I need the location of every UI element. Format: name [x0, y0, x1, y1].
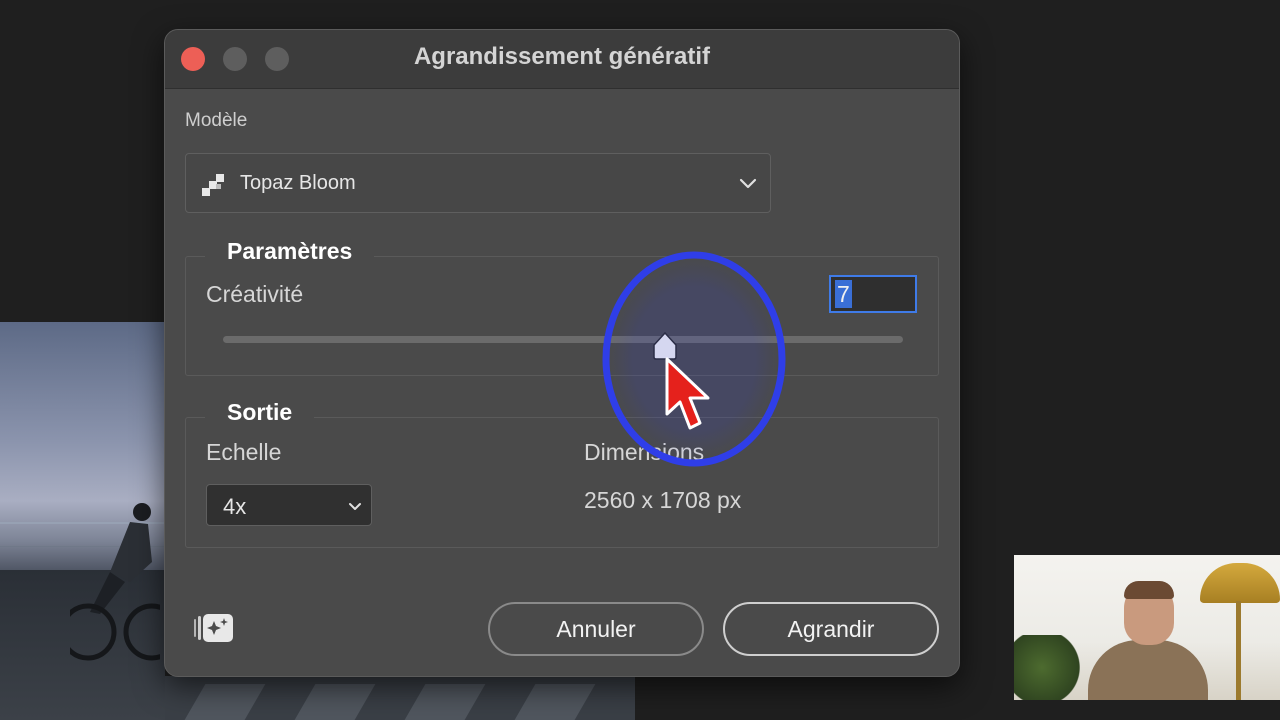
model-dropdown[interactable]: Topaz Bloom [185, 153, 771, 213]
parameters-group [185, 256, 939, 376]
scale-dropdown[interactable]: 4x [206, 484, 372, 526]
webcam-overlay [1014, 555, 1280, 700]
creativity-label: Créativité [206, 281, 304, 307]
road-stripe [294, 684, 376, 720]
webcam-plant [1014, 635, 1084, 700]
dialog-title: Agrandissement génératif [413, 43, 711, 70]
road-stripe [404, 684, 486, 720]
sparkle-icon[interactable] [193, 610, 235, 646]
creativity-value-input[interactable]: 7 [829, 275, 917, 313]
cyclist-silhouette [70, 503, 160, 661]
generative-upscale-dialog: Agrandissement génératif Modèle Topaz Bl… [164, 29, 960, 677]
parameters-legend: Paramètres [205, 238, 375, 265]
chevron-down-icon [349, 503, 361, 510]
road-stripe [184, 684, 266, 720]
chevron-down-icon [739, 178, 757, 189]
output-group [185, 417, 939, 548]
scale-label: Echelle [206, 439, 282, 465]
cancel-button[interactable]: Annuler [488, 602, 704, 656]
dimensions-value: 2560 x 1708 px [584, 487, 742, 513]
title-bar: Agrandissement génératif [165, 30, 959, 89]
pixel-staircase-icon [202, 174, 224, 196]
model-value: Topaz Bloom [240, 172, 356, 194]
creativity-slider-track[interactable] [223, 336, 903, 343]
creativity-value-selection: 7 [835, 280, 852, 308]
cursor-arrow-icon [665, 357, 710, 430]
background-road [165, 676, 635, 720]
webcam-lamp-pole [1236, 601, 1241, 700]
output-legend: Sortie [205, 399, 315, 426]
webcam-lamp [1200, 563, 1280, 603]
upscale-button[interactable]: Agrandir [723, 602, 939, 656]
webcam-presenter-body [1088, 640, 1208, 700]
webcam-presenter-hair [1124, 581, 1174, 599]
scale-value: 4x [223, 494, 247, 519]
model-label: Modèle [185, 110, 248, 131]
background-photo [0, 322, 165, 720]
road-stripe [514, 684, 596, 720]
dimensions-label: Dimensions [584, 439, 705, 465]
